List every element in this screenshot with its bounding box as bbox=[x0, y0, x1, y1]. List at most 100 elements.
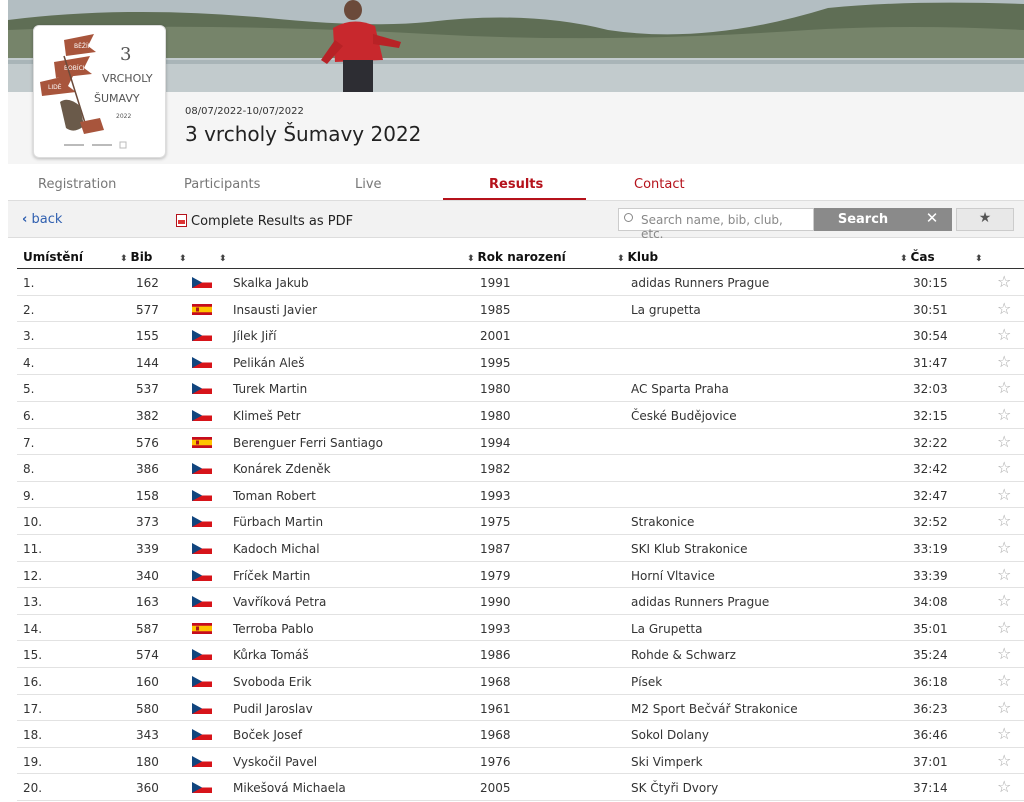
name-cell[interactable]: Insausti Javier bbox=[233, 303, 317, 317]
club-cell: La grupetta bbox=[631, 302, 701, 317]
name-cell[interactable]: Terroba Pablo bbox=[233, 622, 314, 636]
table-row[interactable]: 8. 386 Konárek Zdeněk 1982 32:42 ☆ bbox=[17, 455, 1024, 482]
favorite-star-icon[interactable]: ☆ bbox=[997, 698, 1011, 717]
favorite-star-icon[interactable]: ☆ bbox=[997, 325, 1011, 344]
club-cell: Ski Vimperk bbox=[631, 754, 703, 769]
clear-search-button[interactable]: ✕ bbox=[912, 208, 952, 231]
name-cell[interactable]: Jílek Jiří bbox=[233, 329, 277, 343]
name-cell[interactable]: Mikešová Michaela bbox=[233, 781, 346, 795]
favorite-star-icon[interactable]: ☆ bbox=[997, 378, 1011, 397]
name-cell[interactable]: Fürbach Martin bbox=[233, 515, 323, 529]
birth-year-cell: 2001 bbox=[480, 329, 511, 344]
favorite-star-icon[interactable]: ☆ bbox=[997, 724, 1011, 743]
name-cell[interactable]: Turek Martin bbox=[233, 382, 307, 396]
results-toolbar: ‹ back Complete Results as PDF Search na… bbox=[8, 200, 1024, 241]
favorite-star-icon[interactable]: ☆ bbox=[997, 751, 1011, 770]
table-row[interactable]: 18. 343 Boček Josef 1968 Sokol Dolany 36:46 ☆ bbox=[17, 721, 1024, 748]
table-row[interactable]: 5. 537 Turek Martin 1980 AC Sparta Praha 32:0… bbox=[17, 375, 1024, 402]
tab-results[interactable]: Results bbox=[489, 177, 543, 192]
col-extra-sort[interactable]: ⬍ bbox=[975, 250, 986, 264]
name-cell[interactable]: Toman Robert bbox=[233, 489, 316, 503]
table-row[interactable]: 1. 162 Skalka Jakub 1991 adidas Runners Prag… bbox=[17, 269, 1024, 296]
sort-icon: ⬍ bbox=[900, 254, 908, 264]
spain-flag-icon bbox=[192, 303, 212, 315]
table-row[interactable]: 16. 160 Svoboda Erik 1968 Písek 36:18 ☆ bbox=[17, 668, 1024, 695]
name-cell[interactable]: Svoboda Erik bbox=[233, 675, 312, 689]
table-row[interactable]: 3. 155 Jílek Jiří 2001 30:54 ☆ bbox=[17, 322, 1024, 349]
favorite-star-icon[interactable]: ☆ bbox=[997, 538, 1011, 557]
bib-cell: 587 bbox=[136, 621, 159, 636]
time-cell: 32:15 bbox=[913, 408, 948, 423]
favorite-star-icon[interactable]: ☆ bbox=[997, 511, 1011, 530]
col-nation-header[interactable]: ⬍ bbox=[179, 250, 190, 264]
table-row[interactable]: 20. 360 Mikešová Michaela 2005 SK Čtyři Dvor… bbox=[17, 774, 1024, 801]
table-row[interactable]: 6. 382 Klimeš Petr 1980 České Budějovice 32:1… bbox=[17, 402, 1024, 429]
favorite-star-icon[interactable]: ☆ bbox=[997, 299, 1011, 318]
time-cell: 30:51 bbox=[913, 302, 948, 317]
czech-flag-icon bbox=[192, 356, 212, 368]
logo-artwork: BĚŽÍNI BOBÍCI LIDÉ 3 VRCHOLY ŠUMAVY 2022 bbox=[40, 34, 153, 149]
favorite-star-icon[interactable]: ☆ bbox=[997, 485, 1011, 504]
favorite-star-icon[interactable]: ☆ bbox=[997, 432, 1011, 451]
tab-live[interactable]: Live bbox=[355, 177, 382, 192]
logo-line2: ŠUMAVY bbox=[94, 92, 140, 105]
favorite-star-icon[interactable]: ☆ bbox=[997, 565, 1011, 584]
table-row[interactable]: 13. 163 Vavříková Petra 1990 adidas Runners … bbox=[17, 588, 1024, 615]
birth-year-cell: 1961 bbox=[480, 701, 511, 716]
tab-registration[interactable]: Registration bbox=[38, 177, 116, 192]
name-cell[interactable]: Fríček Martin bbox=[233, 569, 310, 583]
table-row[interactable]: 4. 144 Pelikán Aleš 1995 31:47 ☆ bbox=[17, 349, 1024, 376]
pdf-results-link[interactable]: Complete Results as PDF bbox=[176, 212, 353, 229]
table-row[interactable]: 11. 339 Kadoch Michal 1987 SKI Klub Strakoni… bbox=[17, 535, 1024, 562]
name-cell[interactable]: Kadoch Michal bbox=[233, 542, 320, 556]
time-cell: 36:23 bbox=[913, 701, 948, 716]
favorite-star-icon[interactable]: ☆ bbox=[997, 591, 1011, 610]
table-row[interactable]: 2. 577 Insausti Javier 1985 La grupetta 30:51… bbox=[17, 296, 1024, 323]
favorite-star-icon[interactable]: ☆ bbox=[997, 644, 1011, 663]
tab-contact[interactable]: Contact bbox=[634, 177, 685, 192]
col-club-header[interactable]: ⬍ Klub bbox=[617, 250, 658, 264]
table-row[interactable]: 7. 576 Berenguer Ferri Santiago 1994 32:22 ☆ bbox=[17, 429, 1024, 456]
favorite-star-icon[interactable]: ☆ bbox=[997, 405, 1011, 424]
back-link[interactable]: ‹ back bbox=[22, 212, 62, 227]
name-cell[interactable]: Vyskočil Pavel bbox=[233, 755, 317, 769]
name-cell[interactable]: Boček Josef bbox=[233, 728, 302, 742]
birth-year-cell: 1975 bbox=[480, 515, 511, 530]
name-cell[interactable]: Berenguer Ferri Santiago bbox=[233, 436, 383, 450]
favorite-star-icon[interactable]: ☆ bbox=[997, 352, 1011, 371]
name-cell[interactable]: Konárek Zdeněk bbox=[233, 462, 331, 476]
col-name-header[interactable]: ⬍ bbox=[219, 250, 230, 264]
time-cell: 37:14 bbox=[913, 781, 948, 796]
table-row[interactable]: 17. 580 Pudil Jaroslav 1961 M2 Sport Bečvář … bbox=[17, 695, 1024, 722]
name-cell[interactable]: Pelikán Aleš bbox=[233, 356, 305, 370]
table-row[interactable]: 19. 180 Vyskočil Pavel 1976 Ski Vimperk 37:01… bbox=[17, 748, 1024, 775]
table-row[interactable]: 12. 340 Fríček Martin 1979 Horní Vltavice 33:… bbox=[17, 562, 1024, 589]
chevron-left-icon: ‹ bbox=[22, 212, 28, 227]
search-input[interactable]: Search name, bib, club, etc. bbox=[618, 208, 814, 241]
name-cell[interactable]: Pudil Jaroslav bbox=[233, 702, 313, 716]
favorite-star-icon[interactable]: ☆ bbox=[997, 458, 1011, 477]
favorite-star-icon[interactable]: ☆ bbox=[997, 671, 1011, 690]
table-row[interactable]: 10. 373 Fürbach Martin 1975 Strakonice 32:52 ☆ bbox=[17, 508, 1024, 535]
col-time-header[interactable]: ⬍ Čas bbox=[900, 250, 935, 264]
tab-participants[interactable]: Participants bbox=[184, 177, 260, 192]
col-birth-year-header[interactable]: ⬍ Rok narození bbox=[467, 250, 566, 264]
name-cell[interactable]: Vavříková Petra bbox=[233, 595, 326, 609]
col-place-header[interactable]: Umístění bbox=[23, 250, 83, 264]
table-row[interactable]: 9. 158 Toman Robert 1993 32:47 ☆ bbox=[17, 482, 1024, 509]
place-cell: 12. bbox=[23, 568, 43, 583]
col-bib-header[interactable]: ⬍ Bib bbox=[120, 250, 152, 264]
table-row[interactable]: 14. 587 Terroba Pablo 1993 La Grupetta 35:01 ☆ bbox=[17, 615, 1024, 642]
bib-cell: 576 bbox=[136, 435, 159, 450]
name-cell[interactable]: Skalka Jakub bbox=[233, 276, 309, 290]
favorite-star-icon[interactable]: ☆ bbox=[997, 618, 1011, 637]
name-cell[interactable]: Kůrka Tomáš bbox=[233, 648, 309, 662]
favorite-star-icon[interactable]: ☆ bbox=[997, 272, 1011, 291]
favorites-filter-button[interactable]: ★ bbox=[956, 208, 1014, 231]
club-cell: Horní Vltavice bbox=[631, 568, 715, 583]
club-cell: Rohde & Schwarz bbox=[631, 648, 736, 663]
favorite-star-icon[interactable]: ☆ bbox=[997, 777, 1011, 796]
search-button[interactable]: Search bbox=[814, 208, 912, 231]
name-cell[interactable]: Klimeš Petr bbox=[233, 409, 301, 423]
table-row[interactable]: 15. 574 Kůrka Tomáš 1986 Rohde & Schwarz 35:2… bbox=[17, 641, 1024, 668]
